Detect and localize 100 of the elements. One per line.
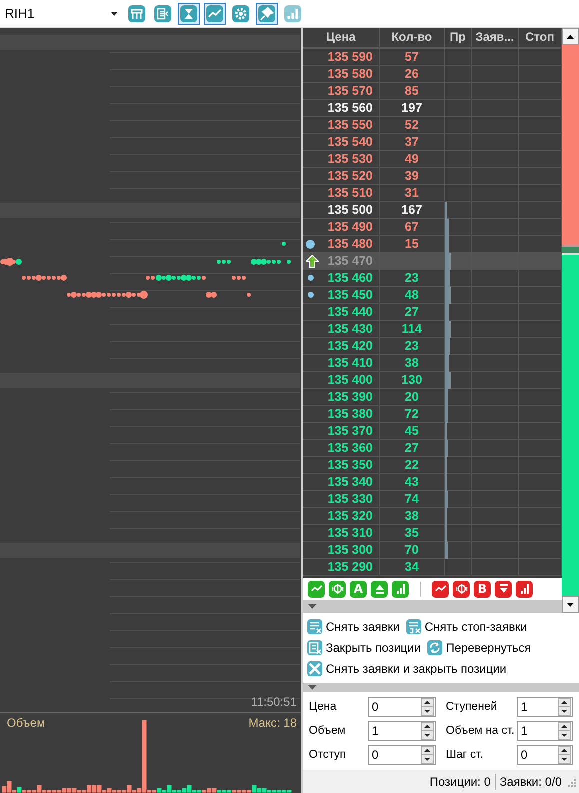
- column-header[interactable]: Пр: [445, 28, 472, 47]
- number-field[interactable]: 1: [517, 721, 573, 741]
- trade-dot: [247, 293, 251, 297]
- price-cell[interactable]: 135 360: [303, 440, 380, 457]
- price-cell[interactable]: 135 340: [303, 474, 380, 491]
- price-cell[interactable]: 135 560: [303, 100, 380, 117]
- number-field[interactable]: 0: [368, 697, 436, 717]
- spinner-icon[interactable]: [421, 722, 434, 740]
- quantity-cell[interactable]: 34: [380, 559, 445, 576]
- column-header[interactable]: Цена: [303, 28, 380, 47]
- quantity-cell[interactable]: 57: [380, 49, 445, 66]
- scroll-thumb[interactable]: [562, 245, 579, 255]
- buy-button[interactable]: [371, 580, 388, 598]
- buy-button[interactable]: [308, 580, 325, 598]
- action-button[interactable]: Перевернуться: [426, 639, 532, 657]
- dollar-icon: [332, 583, 344, 595]
- price-cell[interactable]: 135 410: [303, 355, 380, 372]
- price-cell[interactable]: 135 570: [303, 83, 380, 100]
- table-icon[interactable]: [126, 2, 148, 24]
- close-icon: [307, 661, 323, 677]
- column-header[interactable]: Заяв...: [472, 28, 519, 47]
- price-cell[interactable]: 135 430: [303, 321, 380, 338]
- table-cell: [472, 134, 519, 151]
- quantity-cell[interactable]: 197: [380, 100, 445, 117]
- sell-button[interactable]: [432, 580, 449, 598]
- quantity-cell[interactable]: 49: [380, 151, 445, 168]
- spinner-icon[interactable]: [558, 722, 571, 740]
- sell-button[interactable]: [495, 580, 512, 598]
- price-cell[interactable]: 135 510: [303, 185, 380, 202]
- quantity-cell[interactable]: 31: [380, 185, 445, 202]
- price-cell[interactable]: 135 460: [303, 270, 380, 287]
- column-header[interactable]: Кол-во: [380, 28, 445, 47]
- up-arrow-icon: [567, 34, 574, 38]
- number-field[interactable]: 0: [368, 745, 436, 765]
- action-button[interactable]: Закрыть позиции: [306, 639, 422, 657]
- instrument-dropdown[interactable]: RIH1: [0, 2, 122, 24]
- table-cell: [472, 559, 519, 576]
- quantity-cell[interactable]: 26: [380, 66, 445, 83]
- price-cell[interactable]: 135 330: [303, 491, 380, 508]
- hourglass-icon[interactable]: [178, 2, 200, 24]
- table-cell: [472, 66, 519, 83]
- spinner-icon[interactable]: [558, 746, 571, 764]
- price-cell[interactable]: 135 500: [303, 202, 380, 219]
- spinner-icon[interactable]: [421, 698, 434, 716]
- number-field[interactable]: 1: [517, 697, 573, 717]
- collapse-icon[interactable]: [308, 685, 317, 690]
- price-cell[interactable]: 135 370: [303, 423, 380, 440]
- price-cell[interactable]: 135 400: [303, 372, 380, 389]
- number-field[interactable]: 1: [368, 721, 436, 741]
- price-cell[interactable]: 135 490: [303, 219, 380, 236]
- collapse-icon[interactable]: [308, 604, 317, 609]
- table-cell: [472, 168, 519, 185]
- list-icon[interactable]: [152, 2, 174, 24]
- price-cell[interactable]: 135 310: [303, 525, 380, 542]
- price-cell[interactable]: 135 390: [303, 389, 380, 406]
- gear-icon[interactable]: [230, 2, 252, 24]
- scrollbar[interactable]: [562, 28, 579, 613]
- sell-button[interactable]: [516, 580, 533, 598]
- quantity-cell[interactable]: 39: [380, 168, 445, 185]
- price-cell[interactable]: 135 320: [303, 508, 380, 525]
- price-cell[interactable]: 135 450: [303, 287, 380, 304]
- price-cell[interactable]: 135 300: [303, 542, 380, 559]
- field-label: Шаг ст.: [446, 749, 484, 761]
- table-cell: [445, 100, 472, 117]
- quantity-cell[interactable]: 37: [380, 134, 445, 151]
- table-cell: [445, 117, 472, 134]
- price-cell[interactable]: 135 540: [303, 134, 380, 151]
- resize-grip-icon[interactable]: [566, 776, 576, 786]
- buy-button[interactable]: [329, 580, 346, 598]
- quantity-cell[interactable]: 85: [380, 83, 445, 100]
- price-cell[interactable]: 135 290: [303, 559, 380, 576]
- price-cell[interactable]: 135 350: [303, 457, 380, 474]
- field-label: Объем: [309, 725, 346, 737]
- sell-button[interactable]: [453, 580, 470, 598]
- price-cell[interactable]: 135 550: [303, 117, 380, 134]
- spinner-icon[interactable]: [421, 746, 434, 764]
- trade-dot: [287, 260, 291, 264]
- scroll-down-button[interactable]: [562, 596, 579, 613]
- action-button[interactable]: Снять стоп-заявки: [404, 618, 528, 636]
- spinner-icon[interactable]: [558, 698, 571, 716]
- number-field[interactable]: 0: [517, 745, 573, 765]
- price-cell[interactable]: 135 590: [303, 49, 380, 66]
- price-cell[interactable]: 135 530: [303, 151, 380, 168]
- price-cell[interactable]: 135 580: [303, 66, 380, 83]
- price-cell[interactable]: 135 520: [303, 168, 380, 185]
- price-cell[interactable]: 135 420: [303, 338, 380, 355]
- pin-icon[interactable]: [256, 2, 278, 24]
- sell-button[interactable]: B: [474, 580, 491, 598]
- buy-button[interactable]: [392, 580, 409, 598]
- price-cell[interactable]: 135 440: [303, 304, 380, 321]
- action-button[interactable]: Снять заявки и закрыть позиции: [306, 660, 508, 678]
- volume-title: Объем: [7, 716, 46, 730]
- table-cell: [472, 151, 519, 168]
- quantity-cell[interactable]: 52: [380, 117, 445, 134]
- action-button[interactable]: Снять заявки: [306, 618, 401, 636]
- dollar-icon: [456, 583, 468, 595]
- price-cell[interactable]: 135 380: [303, 406, 380, 423]
- scroll-up-button[interactable]: [562, 28, 579, 45]
- table-cell: [472, 185, 519, 202]
- line-icon[interactable]: [204, 2, 226, 24]
